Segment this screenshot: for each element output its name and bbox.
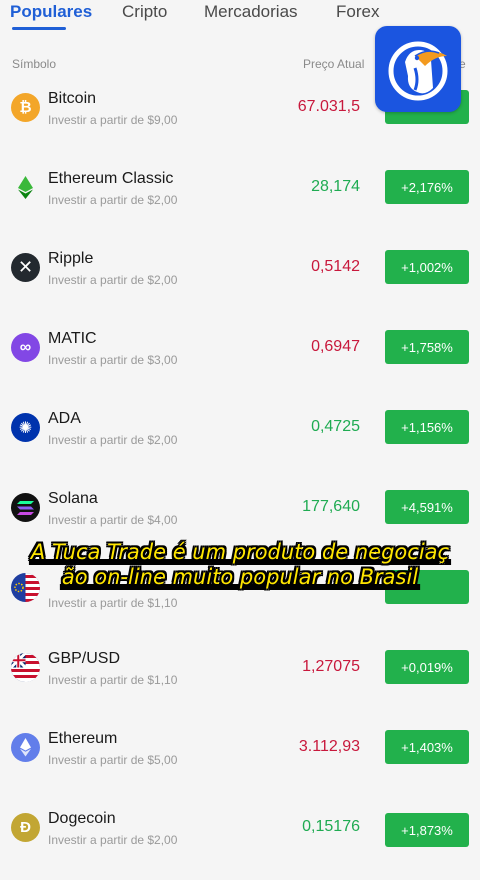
asset-row-dogecoin[interactable]: Ð Dogecoin Investir a partir de $2,00 0,… — [0, 800, 480, 880]
bitcoin-icon: ₿ — [11, 93, 40, 122]
change-badge[interactable]: +1,758% — [385, 330, 469, 364]
asset-min-investment: Investir a partir de $2,00 — [48, 833, 178, 847]
asset-row-ripple[interactable]: ✕ Ripple Investir a partir de $2,00 0,51… — [0, 240, 480, 320]
asset-name: Solana — [48, 490, 98, 507]
asset-min-investment: Investir a partir de $1,10 — [48, 596, 178, 610]
asset-min-investment: Investir a partir de $9,00 — [48, 113, 178, 127]
active-tab-indicator — [12, 27, 66, 30]
asset-name: Ripple — [48, 250, 94, 267]
change-badge[interactable]: +1,873% — [385, 813, 469, 847]
asset-name: Bitcoin — [48, 90, 97, 107]
caption-line-1: A Tuca Trade é um produto de negociaç — [30, 540, 450, 564]
asset-min-investment: Investir a partir de $3,00 — [48, 353, 178, 367]
matic-icon: ∞ — [11, 333, 40, 362]
asset-price: 0,4725 — [311, 418, 360, 435]
tab-cripto[interactable]: Cripto — [122, 2, 167, 22]
asset-name: Ethereum — [48, 730, 118, 747]
toucan-logo-icon — [375, 26, 461, 112]
asset-price: 1,27075 — [302, 658, 360, 675]
change-badge[interactable]: +2,176% — [385, 170, 469, 204]
asset-min-investment: Investir a partir de $2,00 — [48, 433, 178, 447]
asset-name: MATIC — [48, 330, 97, 347]
asset-price: 3.112,93 — [298, 738, 360, 755]
asset-name: Dogecoin — [48, 810, 116, 827]
change-badge[interactable]: +0,019% — [385, 650, 469, 684]
asset-price: 177,640 — [302, 498, 360, 515]
dogecoin-icon: Ð — [11, 813, 40, 842]
asset-price: 0,5142 — [311, 258, 360, 275]
change-badge[interactable]: +1,156% — [385, 410, 469, 444]
change-badge[interactable]: +4,591% — [385, 490, 469, 524]
subtitle-caption: A Tuca Trade é um produto de negociaç ão… — [0, 540, 480, 590]
change-badge[interactable]: +1,002% — [385, 250, 469, 284]
column-header-price: Preço Atual — [303, 57, 365, 71]
asset-min-investment: Investir a partir de $2,00 — [48, 273, 178, 287]
asset-min-investment: Investir a partir de $5,00 — [48, 753, 178, 767]
tab-mercadorias[interactable]: Mercadorias — [204, 2, 298, 22]
asset-min-investment: Investir a partir de $2,00 — [48, 193, 178, 207]
change-badge[interactable]: +1,403% — [385, 730, 469, 764]
gbp-usd-flag-icon — [11, 653, 40, 682]
column-header-symbol: Símbolo — [12, 57, 57, 71]
solana-icon — [11, 493, 40, 522]
ethereum-icon — [11, 733, 40, 762]
caption-line-2: ão on-line muito popular no Brasil — [61, 565, 419, 589]
asset-name: ADA — [48, 410, 81, 427]
ripple-icon: ✕ — [11, 253, 40, 282]
asset-name: GBP/USD — [48, 650, 121, 667]
ada-icon: ✺ — [11, 413, 40, 442]
asset-min-investment: Investir a partir de $1,10 — [48, 673, 178, 687]
tab-populares[interactable]: Populares — [10, 2, 92, 22]
asset-price: 0,15176 — [302, 818, 360, 835]
asset-row-matic[interactable]: ∞ MATIC Investir a partir de $3,00 0,694… — [0, 320, 480, 400]
asset-price: 67.031,5 — [297, 98, 360, 115]
asset-row-ethereum[interactable]: Ethereum Investir a partir de $5,00 3.11… — [0, 720, 480, 800]
asset-row-gbp-usd[interactable]: GBP/USD Investir a partir de $1,10 1,270… — [0, 640, 480, 720]
asset-row-ethereum-classic[interactable]: Ethereum Classic Investir a partir de $2… — [0, 160, 480, 240]
asset-min-investment: Investir a partir de $4,00 — [48, 513, 178, 527]
ethereum-classic-icon — [11, 173, 40, 202]
asset-name: Ethereum Classic — [48, 170, 174, 187]
asset-price: 28,174 — [311, 178, 360, 195]
asset-price: 0,6947 — [311, 338, 360, 355]
asset-row-ada[interactable]: ✺ ADA Investir a partir de $2,00 0,4725 … — [0, 400, 480, 480]
tab-forex[interactable]: Forex — [336, 2, 379, 22]
